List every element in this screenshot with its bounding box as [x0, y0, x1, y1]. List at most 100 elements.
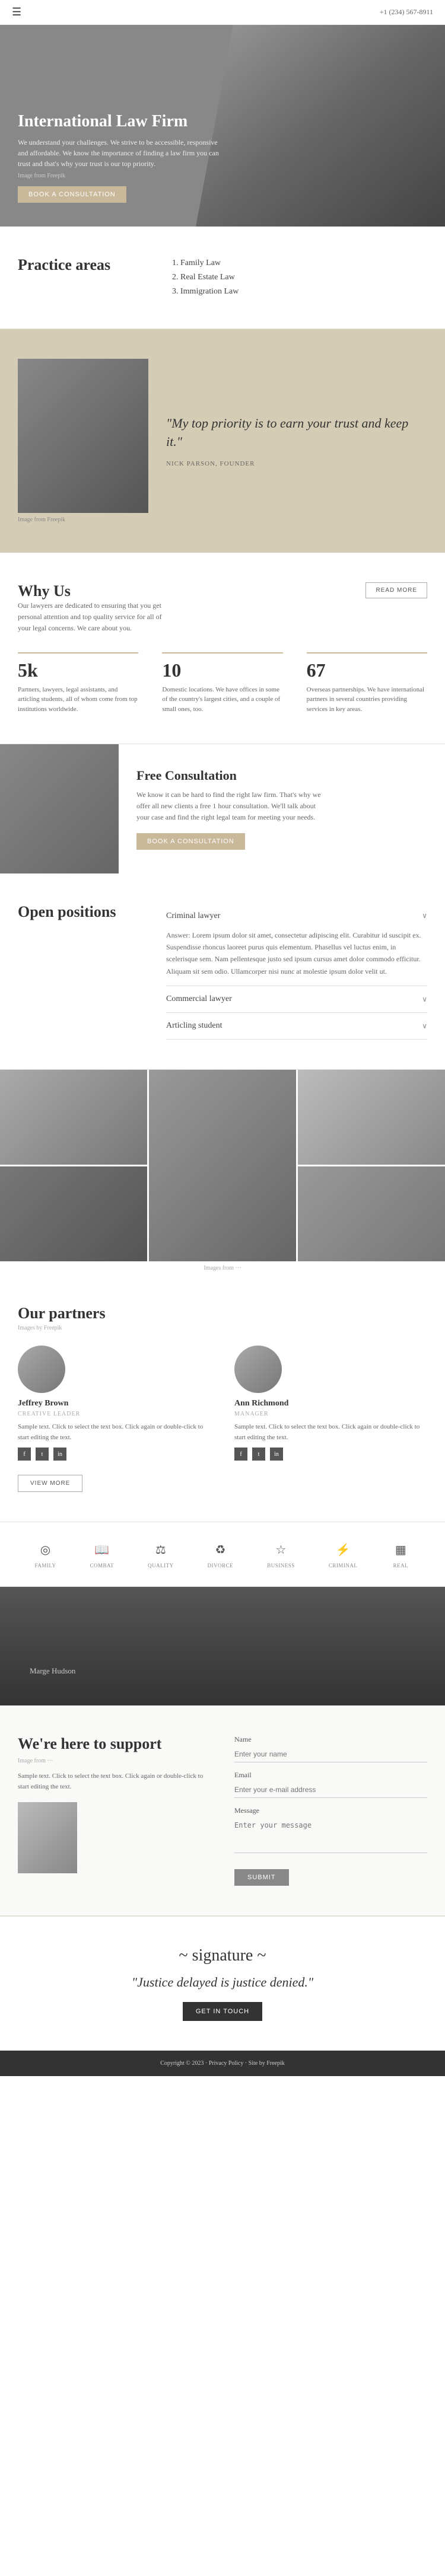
support-image-from: Image from ··· [18, 1758, 211, 1764]
partner-social-icons-1: f t in [234, 1448, 427, 1461]
hero-background-image [196, 25, 445, 227]
stat-number-2: 67 [307, 652, 427, 681]
gallery-cell-5 [298, 1166, 445, 1261]
combat-icon: 📖 [93, 1540, 112, 1559]
why-us-header: Why Us Our lawyers are dedicated to ensu… [18, 582, 427, 635]
name-label: Name [234, 1735, 427, 1744]
accordion-label-commercial-lawyer: Commercial lawyer [166, 994, 232, 1004]
why-us-read-more-button[interactable]: READ MORE [365, 582, 427, 598]
gallery-cell-4 [0, 1166, 147, 1261]
quote-section: Image from Freepik "My top priority is t… [0, 329, 445, 553]
email-input[interactable] [234, 1782, 427, 1798]
icon-label-0: FAMILY [35, 1563, 56, 1568]
partners-row: Jeffrey Brown CREATIVE LEADER Sample tex… [18, 1346, 427, 1461]
why-us-section: Why Us Our lawyers are dedicated to ensu… [0, 553, 445, 744]
hero-description: We understand your challenges. We strive… [18, 137, 220, 169]
view-more-button[interactable]: VIEW MORE [18, 1475, 82, 1492]
partner-role-0: CREATIVE LEADER [18, 1411, 211, 1417]
message-textarea[interactable] [234, 1818, 427, 1853]
hero-image-from: Image from Freepik [18, 173, 220, 179]
gallery-images-from: Images from ··· [0, 1261, 445, 1275]
twitter-icon-1[interactable]: t [252, 1448, 265, 1461]
list-item: 2. Real Estate Law [172, 270, 427, 285]
icon-label-4: BUSINESS [267, 1563, 295, 1568]
support-description: Sample text. Click to select the text bo… [18, 1771, 211, 1792]
instagram-icon-1[interactable]: in [270, 1448, 283, 1461]
business-icon: ☆ [271, 1540, 290, 1559]
person-background [0, 1587, 445, 1705]
divorce-icon: ♻ [211, 1540, 230, 1559]
stat-number-1: 10 [162, 652, 282, 681]
consultation-section: Free Consultation We know it can be hard… [0, 744, 445, 873]
accordion-item-2: Articling student ∨ [166, 1013, 427, 1040]
quote-image [18, 359, 148, 513]
footer: Copyright © 2023 · Privacy Policy · Site… [0, 2051, 445, 2076]
list-item: 1. Family Law [172, 256, 427, 270]
icon-label-6: REAL [393, 1563, 409, 1568]
accordion-item-1: Commercial lawyer ∨ [166, 986, 427, 1013]
gallery-cell-2 [149, 1070, 296, 1261]
hero-overlay: International Law Firm We understand you… [18, 112, 220, 203]
partner-role-1: MANAGER [234, 1411, 427, 1417]
name-field: Name [234, 1735, 427, 1762]
partner-card-1: Ann Richmond MANAGER Sample text. Click … [234, 1346, 427, 1461]
positions-section: Open positions Criminal lawyer ∨ Answer:… [0, 873, 445, 1070]
icon-item-2[interactable]: ⚖ QUALITY [148, 1540, 174, 1568]
name-input[interactable] [234, 1746, 427, 1762]
header-phone: +1 (234) 567-8911 [380, 8, 433, 17]
criminal-icon: ⚡ [333, 1540, 352, 1559]
consultation-cta-button[interactable]: BOOK A CONSULTATION [136, 833, 245, 850]
real-icon: ▦ [391, 1540, 410, 1559]
partners-image-from: Images by Freepik [18, 1325, 427, 1331]
partner-desc-0: Sample text. Click to select the text bo… [18, 1422, 211, 1443]
positions-header: Open positions Criminal lawyer ∨ Answer:… [18, 903, 427, 1040]
icon-item-3[interactable]: ♻ DIVORCE [208, 1540, 234, 1568]
partner-name-0: Jeffrey Brown [18, 1399, 211, 1408]
icon-item-0[interactable]: ◎ FAMILY [35, 1540, 56, 1568]
accordion-label-articling-student: Articling student [166, 1021, 223, 1031]
why-us-description: Our lawyers are dedicated to ensuring th… [18, 600, 172, 635]
positions-accordion: Criminal lawyer ∨ Answer: Lorem ipsum do… [166, 903, 427, 1040]
gallery-grid [0, 1070, 445, 1261]
accordion-item-0: Criminal lawyer ∨ Answer: Lorem ipsum do… [166, 903, 427, 987]
book-consultation-button[interactable]: BOOK A CONSULTATION [18, 186, 126, 203]
accordion-body-criminal-lawyer: Answer: Lorem ipsum dolor sit amet, cons… [166, 929, 427, 986]
quote-content: "My top priority is to earn your trust a… [166, 415, 427, 468]
instagram-icon-0[interactable]: in [53, 1448, 66, 1461]
stats-row: 5k Partners, lawyers, legal assistants, … [18, 652, 427, 715]
gallery-section: Images from ··· [0, 1070, 445, 1275]
accordion-header-articling-student[interactable]: Articling student ∨ [166, 1013, 427, 1039]
submit-button[interactable]: SUBMIT [234, 1869, 289, 1886]
facebook-icon-1[interactable]: f [234, 1448, 247, 1461]
quote-footer-section: ~ signature ~ "Justice delayed is justic… [0, 1916, 445, 2051]
list-item: 3. Immigration Law [172, 285, 427, 299]
consultation-description: We know it can be hard to find the right… [136, 789, 326, 824]
icon-item-5[interactable]: ⚡ CRIMINAL [329, 1540, 358, 1568]
chevron-down-icon-1: ∨ [422, 995, 427, 1004]
stat-desc-2: Overseas partnerships. We have internati… [307, 685, 427, 715]
quote-image-from: Image from Freepik [18, 517, 148, 523]
message-field: Message [234, 1806, 427, 1856]
facebook-icon-0[interactable]: f [18, 1448, 31, 1461]
icon-label-2: QUALITY [148, 1563, 174, 1568]
practice-areas-title: Practice areas [18, 256, 148, 274]
quote-footer-text: "Justice delayed is justice denied." [18, 1975, 427, 1990]
icon-item-4[interactable]: ☆ BUSINESS [267, 1540, 295, 1568]
email-field: Email [234, 1771, 427, 1798]
practice-areas-list: 1. Family Law 2. Real Estate Law 3. Immi… [172, 256, 427, 299]
icons-bar-section: ◎ FAMILY 📖 COMBAT ⚖ QUALITY ♻ DIVORCE ☆ … [0, 1522, 445, 1587]
get-in-touch-button[interactable]: GET IN TOUCH [183, 2002, 262, 2021]
accordion-header-criminal-lawyer[interactable]: Criminal lawyer ∨ [166, 903, 427, 929]
icon-item-6[interactable]: ▦ REAL [391, 1540, 410, 1568]
twitter-icon-0[interactable]: t [36, 1448, 49, 1461]
consultation-title: Free Consultation [136, 768, 427, 783]
menu-icon[interactable]: ☰ [12, 6, 21, 18]
hero-title: International Law Firm [18, 112, 220, 131]
gallery-cell-1 [0, 1070, 147, 1165]
person-section: Marge Hudson [0, 1587, 445, 1705]
stat-number-0: 5k [18, 652, 138, 681]
chevron-down-icon-2: ∨ [422, 1022, 427, 1031]
stat-item-1: 10 Domestic locations. We have offices i… [162, 652, 282, 715]
icon-item-1[interactable]: 📖 COMBAT [90, 1540, 115, 1568]
accordion-header-commercial-lawyer[interactable]: Commercial lawyer ∨ [166, 986, 427, 1012]
